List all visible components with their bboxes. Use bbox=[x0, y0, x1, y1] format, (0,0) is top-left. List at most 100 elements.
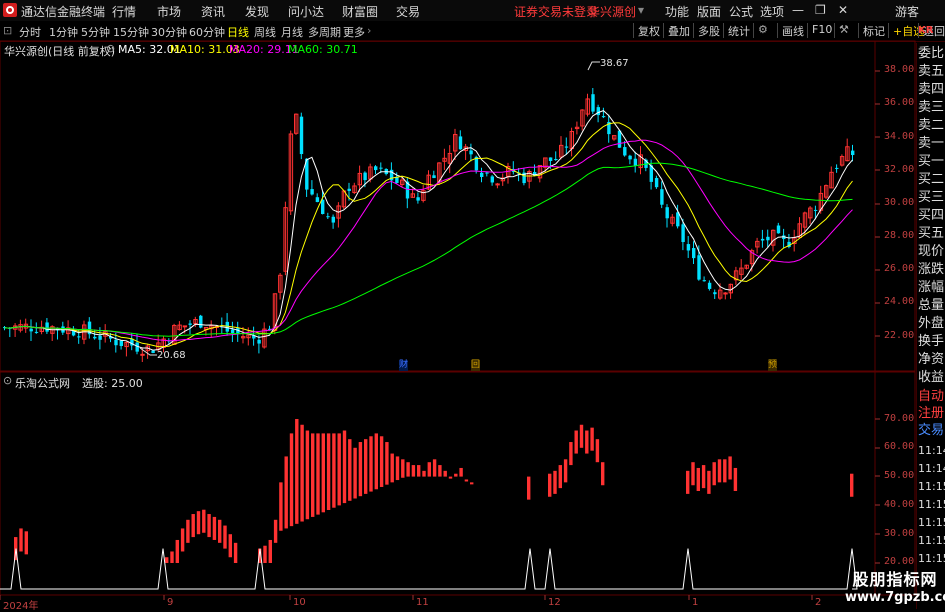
x-tick: 12 bbox=[548, 597, 561, 608]
main-chart-frame bbox=[0, 40, 916, 372]
candle-down bbox=[257, 339, 261, 344]
event-mark-buyback[interactable]: 回 bbox=[471, 360, 480, 371]
candle-up bbox=[723, 292, 728, 295]
indicator-bar bbox=[850, 473, 854, 497]
indicator-bar bbox=[24, 531, 28, 555]
indicator-bar bbox=[273, 519, 278, 543]
indicator-bar bbox=[717, 459, 722, 483]
candle-down bbox=[707, 282, 712, 289]
candle-down bbox=[326, 216, 330, 218]
side-item: 买二 bbox=[918, 172, 945, 187]
indicator-bar bbox=[170, 551, 174, 563]
side-time: 11:15 bbox=[918, 498, 945, 511]
candle-down bbox=[596, 107, 600, 116]
candle-down bbox=[45, 322, 49, 332]
indicator-bar bbox=[585, 430, 589, 454]
indicator-bar bbox=[569, 442, 573, 466]
indicator-bar bbox=[353, 447, 357, 499]
indicator-bar bbox=[279, 482, 283, 531]
y-tick: 32.00 bbox=[884, 164, 915, 175]
indicator-bar bbox=[733, 467, 738, 491]
event-mark-forecast[interactable]: 预 bbox=[768, 360, 777, 371]
side-item: 卖一 bbox=[918, 136, 945, 151]
side-item: 卖五 bbox=[918, 64, 945, 79]
indicator-bar bbox=[268, 539, 272, 563]
side-item: 卖三 bbox=[918, 100, 945, 115]
indicator-bar bbox=[406, 462, 410, 477]
indicator-bar bbox=[422, 470, 426, 477]
side-time: 11:15 bbox=[918, 516, 945, 529]
indicator-bar bbox=[438, 465, 442, 477]
indicator-toggle-icon[interactable]: ⊙ bbox=[3, 374, 12, 387]
side-trade[interactable]: 交易 bbox=[918, 422, 945, 439]
side-item: 净资 bbox=[918, 352, 945, 367]
indicator-bar bbox=[579, 424, 584, 448]
ma-line bbox=[4, 110, 853, 351]
indicator-bar bbox=[358, 442, 363, 497]
y-tick: 22.00 bbox=[884, 330, 915, 341]
low-price-label: 20.68 bbox=[157, 350, 186, 361]
indicator-bar bbox=[712, 462, 716, 486]
side-register[interactable]: 注册 bbox=[918, 405, 945, 422]
indicator-bar bbox=[432, 459, 437, 477]
y-tick: 26.00 bbox=[884, 263, 915, 274]
candle-down bbox=[230, 329, 235, 333]
sub-chart-frame bbox=[0, 371, 916, 596]
side-item: 买三 bbox=[918, 190, 945, 205]
indicator-bar bbox=[696, 467, 700, 491]
indicator-bar bbox=[401, 459, 405, 478]
indicator-bar bbox=[186, 519, 190, 543]
candle-down bbox=[766, 236, 770, 241]
candle-down bbox=[490, 176, 494, 183]
side-item: 现价 bbox=[918, 244, 945, 259]
candle-down bbox=[628, 155, 632, 160]
y-tick: 24.00 bbox=[884, 296, 915, 307]
candle-down bbox=[315, 197, 320, 202]
indicator-bar bbox=[348, 439, 352, 501]
indicator-bar bbox=[180, 528, 185, 552]
candle-down bbox=[623, 147, 627, 156]
kline-chart[interactable] bbox=[0, 0, 945, 609]
candle-down bbox=[601, 116, 606, 118]
event-mark-finance[interactable]: 财 bbox=[399, 360, 408, 371]
sub-y-tick: 60.00 bbox=[884, 441, 915, 452]
indicator-bar bbox=[728, 456, 732, 480]
candle-down bbox=[851, 150, 855, 156]
candle-down bbox=[93, 336, 97, 339]
candle-down bbox=[299, 116, 304, 155]
indicator-bar bbox=[379, 436, 384, 487]
indicator-bar bbox=[332, 433, 336, 508]
indicator-bar bbox=[601, 462, 605, 486]
indicator-bar bbox=[686, 470, 690, 494]
indicator-bar bbox=[316, 433, 320, 515]
indicator-bar bbox=[548, 473, 552, 497]
side-auto-trade[interactable]: 自动 bbox=[918, 388, 945, 405]
indicator-bar bbox=[707, 470, 711, 494]
indicator-bar bbox=[233, 542, 238, 563]
candle-down bbox=[813, 209, 818, 211]
side-time: 11:14 bbox=[918, 462, 945, 475]
indicator-bar bbox=[295, 419, 299, 524]
indicator-bar bbox=[305, 430, 310, 520]
candle-down bbox=[98, 335, 102, 340]
indicator-bar bbox=[326, 433, 331, 511]
side-item: 买四 bbox=[918, 208, 945, 223]
candle-down bbox=[633, 158, 638, 166]
candle-down bbox=[686, 244, 691, 251]
indicator-bar bbox=[390, 453, 394, 483]
y-tick: 38.00 bbox=[884, 64, 915, 75]
indicator-bar bbox=[427, 462, 431, 477]
indicator-bar bbox=[228, 534, 232, 558]
indicator-bar bbox=[417, 465, 421, 477]
signal-line bbox=[0, 548, 858, 590]
indicator-bar bbox=[289, 433, 294, 527]
indicator-bar bbox=[590, 427, 594, 451]
candle-down bbox=[760, 238, 765, 241]
side-item: 收益 bbox=[918, 370, 945, 385]
indicator-bar bbox=[443, 470, 447, 477]
side-item: 卖四 bbox=[918, 82, 945, 97]
indicator-bar bbox=[311, 433, 315, 517]
candle-down bbox=[591, 94, 595, 112]
side-time: 11:15 bbox=[918, 534, 945, 547]
candle-down bbox=[310, 189, 314, 195]
